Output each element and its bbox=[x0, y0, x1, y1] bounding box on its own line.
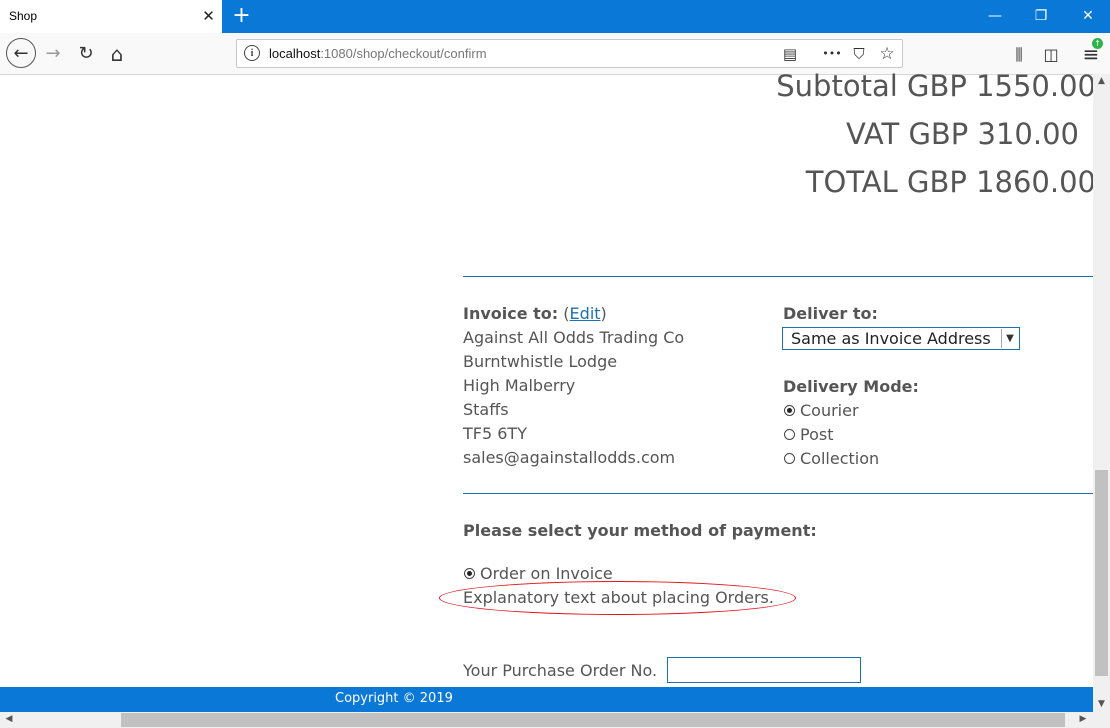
copyright-text: Copyright © 2019 bbox=[335, 691, 453, 706]
invoice-address-line: Against All Odds Trading Co bbox=[463, 328, 685, 347]
invoice-address-line: Burntwhistle Lodge bbox=[463, 352, 618, 371]
site-info-icon[interactable]: i bbox=[244, 45, 260, 61]
total-text: TOTAL GBP 1860.00 bbox=[805, 165, 1096, 199]
post-radio[interactable] bbox=[784, 429, 795, 440]
sidebars-icon[interactable]: ◫ bbox=[1036, 40, 1066, 69]
tab-title: Shop bbox=[9, 9, 38, 23]
update-badge-icon: ↑ bbox=[1092, 38, 1103, 49]
invoice-address-line: High Malberry bbox=[463, 376, 576, 395]
horizontal-scroll-thumb[interactable] bbox=[121, 713, 1065, 727]
home-button[interactable]: ⌂ bbox=[102, 38, 132, 70]
page-actions-icon[interactable]: ••• bbox=[818, 42, 846, 66]
library-icon[interactable]: ⫼ bbox=[1004, 40, 1034, 69]
new-tab-button[interactable]: + bbox=[229, 4, 254, 28]
delivery-mode-label: Delivery Mode: bbox=[783, 377, 919, 396]
scroll-up-icon[interactable]: ▲ bbox=[1093, 76, 1110, 86]
courier-label[interactable]: Courier bbox=[800, 401, 859, 421]
url-host: localhost bbox=[269, 46, 321, 61]
invoice-email: sales@againstallodds.com bbox=[463, 448, 676, 467]
bookmark-star-icon[interactable]: ☆ bbox=[873, 42, 901, 66]
reader-view-icon[interactable]: ▤ bbox=[776, 42, 804, 66]
chevron-down-icon[interactable]: ▼ bbox=[1001, 329, 1018, 348]
scroll-right-icon[interactable]: ▶ bbox=[1077, 714, 1089, 724]
po-number-label: Your Purchase Order No. bbox=[463, 661, 658, 680]
reload-button[interactable]: ↻ bbox=[71, 38, 101, 70]
close-window-button[interactable]: ✕ bbox=[1071, 0, 1105, 33]
paren-close: ) bbox=[600, 304, 607, 323]
close-tab-icon[interactable]: ✕ bbox=[199, 6, 218, 27]
annotation-ellipse bbox=[439, 581, 796, 615]
order-on-invoice-radio[interactable] bbox=[464, 568, 475, 579]
invoice-address-line: Staffs bbox=[463, 400, 509, 419]
scroll-down-icon[interactable]: ▼ bbox=[1093, 699, 1110, 709]
vat-text: VAT GBP 310.00 bbox=[845, 117, 1079, 151]
minimize-button[interactable]: — bbox=[978, 0, 1012, 33]
scroll-left-icon[interactable]: ◀ bbox=[3, 714, 15, 724]
collection-radio[interactable] bbox=[784, 453, 795, 464]
edit-invoice-link[interactable]: Edit bbox=[570, 304, 601, 323]
pocket-icon[interactable]: ⛉ bbox=[845, 42, 873, 66]
post-label[interactable]: Post bbox=[800, 425, 833, 445]
forward-button[interactable]: → bbox=[38, 38, 68, 70]
back-button[interactable]: ← bbox=[6, 38, 36, 68]
divider bbox=[463, 276, 1093, 277]
divider bbox=[463, 493, 1093, 494]
invoice-label: Invoice to: bbox=[463, 304, 559, 323]
invoice-address-line: TF5 6TY bbox=[463, 424, 527, 443]
deliver-to-label: Deliver to: bbox=[783, 304, 878, 323]
courier-radio[interactable] bbox=[784, 405, 795, 416]
collection-label[interactable]: Collection bbox=[800, 449, 879, 469]
url-text[interactable]: localhost:1080/shop/checkout/confirm bbox=[269, 46, 487, 61]
vertical-scroll-thumb[interactable] bbox=[1095, 470, 1108, 676]
footer bbox=[0, 687, 1093, 712]
po-number-input[interactable] bbox=[667, 657, 861, 683]
deliver-to-value: Same as Invoice Address bbox=[791, 329, 991, 348]
url-path: :1080/shop/checkout/confirm bbox=[320, 46, 487, 61]
payment-heading: Please select your method of payment: bbox=[463, 521, 817, 540]
invoice-heading: Invoice to: (Edit) bbox=[463, 304, 607, 324]
subtotal-text: Subtotal GBP 1550.00 bbox=[776, 69, 1096, 103]
restore-button[interactable]: ❐ bbox=[1024, 0, 1058, 33]
